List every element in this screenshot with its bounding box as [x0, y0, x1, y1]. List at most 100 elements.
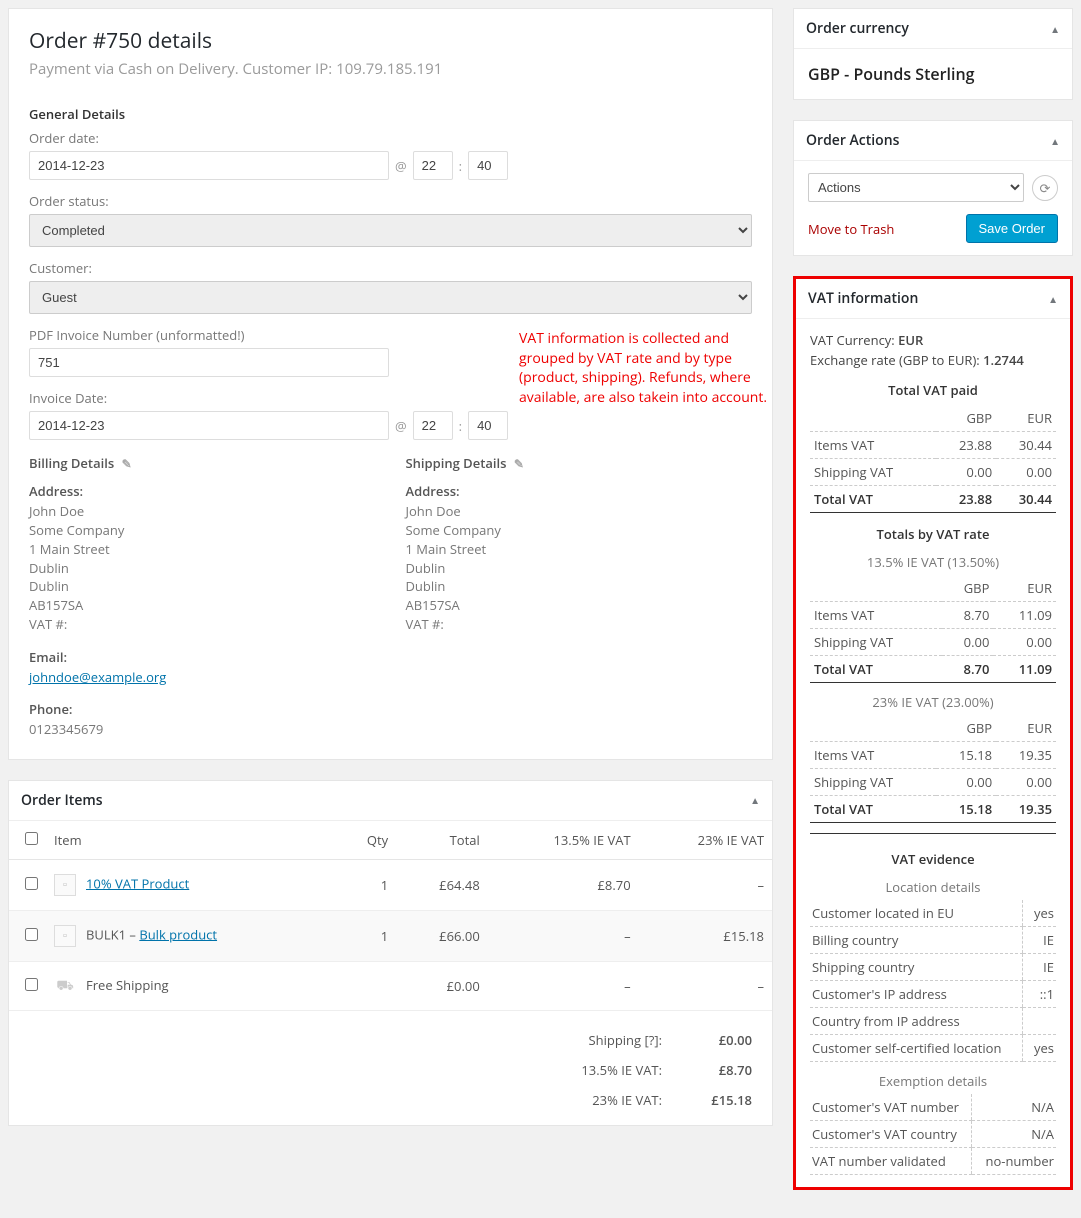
- vat-rate-table: GBPEURItems VAT8.7011.09Shipping VAT0.00…: [810, 575, 1056, 683]
- cell-qty: [336, 961, 396, 1010]
- billing-address-label: Address:: [29, 482, 376, 500]
- evidence-label: Customer's VAT country: [810, 1121, 972, 1148]
- col-item: Item: [46, 821, 336, 860]
- order-date-label: Order date:: [29, 129, 752, 147]
- order-currency-panel: Order currency ▲ GBP - Pounds Sterling: [793, 8, 1073, 100]
- total-label: 23% IE VAT:: [482, 1085, 672, 1115]
- cell-vat2: –: [639, 859, 772, 910]
- address-line: John Doe: [406, 502, 753, 521]
- total-value: £8.70: [672, 1055, 762, 1085]
- address-line: AB157SA: [406, 596, 753, 615]
- actions-select[interactable]: Actions: [808, 173, 1024, 202]
- collapse-icon[interactable]: ▲: [1048, 292, 1058, 306]
- evidence-label: Customer self-certified location: [810, 1035, 1023, 1062]
- refresh-icon[interactable]: ⟳: [1032, 175, 1058, 201]
- shipping-details: Shipping Details ✎ Address: John DoeSome…: [406, 454, 753, 739]
- location-details-heading: Location details: [810, 878, 1056, 896]
- address-line: 1 Main Street: [29, 540, 376, 559]
- vat-rate-table: GBPEURItems VAT15.1819.35Shipping VAT0.0…: [810, 715, 1056, 823]
- customer-select[interactable]: Guest: [29, 281, 752, 314]
- order-totals: Shipping [?]:£0.0013.5% IE VAT:£8.7023% …: [482, 1025, 762, 1115]
- vat-info-title: VAT information: [808, 289, 918, 308]
- at-separator: @: [395, 157, 407, 175]
- evidence-label: Country from IP address: [810, 1008, 1023, 1035]
- address-line: VAT #:: [29, 615, 376, 634]
- vat-rate-heading: 13.5% IE VAT (13.50%): [810, 553, 1056, 571]
- col-total: Total: [396, 821, 488, 860]
- evidence-label: Shipping country: [810, 954, 1023, 981]
- shipping-title: Shipping Details: [406, 454, 507, 472]
- evidence-value: [1023, 1008, 1056, 1035]
- phone-label: Phone:: [29, 700, 376, 718]
- total-vat-paid-heading: Total VAT paid: [810, 381, 1056, 399]
- order-hour-input[interactable]: [413, 151, 453, 180]
- invoice-num-label: PDF Invoice Number (unformatted!): [29, 326, 429, 344]
- billing-email-link[interactable]: johndoe@example.org: [29, 668, 166, 686]
- evidence-value: IE: [1023, 954, 1056, 981]
- address-line: VAT #:: [406, 615, 753, 634]
- vat-row-label: Items VAT: [810, 432, 936, 459]
- cell-vat2: £15.18: [639, 910, 772, 961]
- cell-total: £66.00: [396, 910, 488, 961]
- order-items-panel: Order Items ▲ Item Qty Total 13.5% IE VA…: [8, 780, 773, 1126]
- invoice-hour-input[interactable]: [413, 411, 453, 440]
- cell-qty: 1: [336, 859, 396, 910]
- cell-vat1: –: [488, 910, 639, 961]
- evidence-value: N/A: [972, 1121, 1056, 1148]
- evidence-value: IE: [1023, 927, 1056, 954]
- cell-qty: 1: [336, 910, 396, 961]
- evidence-label: Customer's VAT number: [810, 1094, 972, 1121]
- exemption-details-table: Customer's VAT numberN/ACustomer's VAT c…: [810, 1094, 1056, 1175]
- order-min-input[interactable]: [468, 151, 508, 180]
- order-date-input[interactable]: [29, 151, 389, 180]
- colon-separator: :: [459, 157, 462, 175]
- address-line: 1 Main Street: [406, 540, 753, 559]
- invoice-num-input[interactable]: [29, 348, 389, 377]
- row-checkbox[interactable]: [25, 877, 38, 890]
- select-all-checkbox[interactable]: [25, 832, 38, 845]
- row-checkbox[interactable]: [25, 928, 38, 941]
- currency-value: GBP - Pounds Sterling: [808, 61, 1058, 87]
- evidence-value: no-number: [972, 1148, 1056, 1175]
- move-to-trash-link[interactable]: Move to Trash: [808, 220, 894, 238]
- order-status-select[interactable]: Completed: [29, 214, 752, 247]
- vat-total-label: Total VAT: [810, 486, 936, 513]
- billing-phone: 0123345679: [29, 720, 376, 739]
- collapse-icon[interactable]: ▲: [750, 793, 760, 807]
- totals-by-rate-heading: Totals by VAT rate: [810, 525, 1056, 543]
- shipping-address-label: Address:: [406, 482, 753, 500]
- order-items-title: Order Items: [21, 791, 103, 810]
- address-line: Dublin: [29, 577, 376, 596]
- order-currency-title: Order currency: [806, 19, 909, 38]
- vat-info-panel: VAT information ▲ VAT Currency: EUR Exch…: [793, 276, 1073, 1190]
- billing-details: Billing Details ✎ Address: John DoeSome …: [29, 454, 376, 739]
- general-details-heading: General Details: [29, 105, 752, 123]
- invoice-min-input[interactable]: [468, 411, 508, 440]
- vat-rate-heading: 23% IE VAT (23.00%): [810, 693, 1056, 711]
- address-line: Dublin: [29, 559, 376, 578]
- vat-evidence-heading: VAT evidence: [810, 850, 1056, 868]
- evidence-value: N/A: [972, 1094, 1056, 1121]
- email-label: Email:: [29, 648, 376, 666]
- address-line: John Doe: [29, 502, 376, 521]
- evidence-label: Customer located in EU: [810, 900, 1023, 927]
- address-line: Some Company: [29, 521, 376, 540]
- truck-icon: ⛟: [54, 976, 76, 996]
- cell-total: £0.00: [396, 961, 488, 1010]
- order-title: Order #750 details: [29, 27, 752, 55]
- row-checkbox[interactable]: [25, 978, 38, 991]
- product-link[interactable]: Bulk product: [139, 925, 217, 943]
- customer-label: Customer:: [29, 259, 752, 277]
- address-line: Dublin: [406, 559, 753, 578]
- evidence-label: Customer's IP address: [810, 981, 1023, 1008]
- edit-shipping-icon[interactable]: ✎: [514, 455, 524, 472]
- invoice-date-input[interactable]: [29, 411, 389, 440]
- total-label: Shipping [?]:: [482, 1025, 672, 1055]
- edit-billing-icon[interactable]: ✎: [122, 455, 132, 472]
- table-row: ⛟Free Shipping£0.00––: [9, 961, 772, 1010]
- collapse-icon[interactable]: ▲: [1050, 134, 1060, 148]
- collapse-icon[interactable]: ▲: [1050, 22, 1060, 36]
- total-value: £0.00: [672, 1025, 762, 1055]
- save-order-button[interactable]: Save Order: [966, 214, 1058, 243]
- product-link[interactable]: 10% VAT Product: [86, 874, 189, 892]
